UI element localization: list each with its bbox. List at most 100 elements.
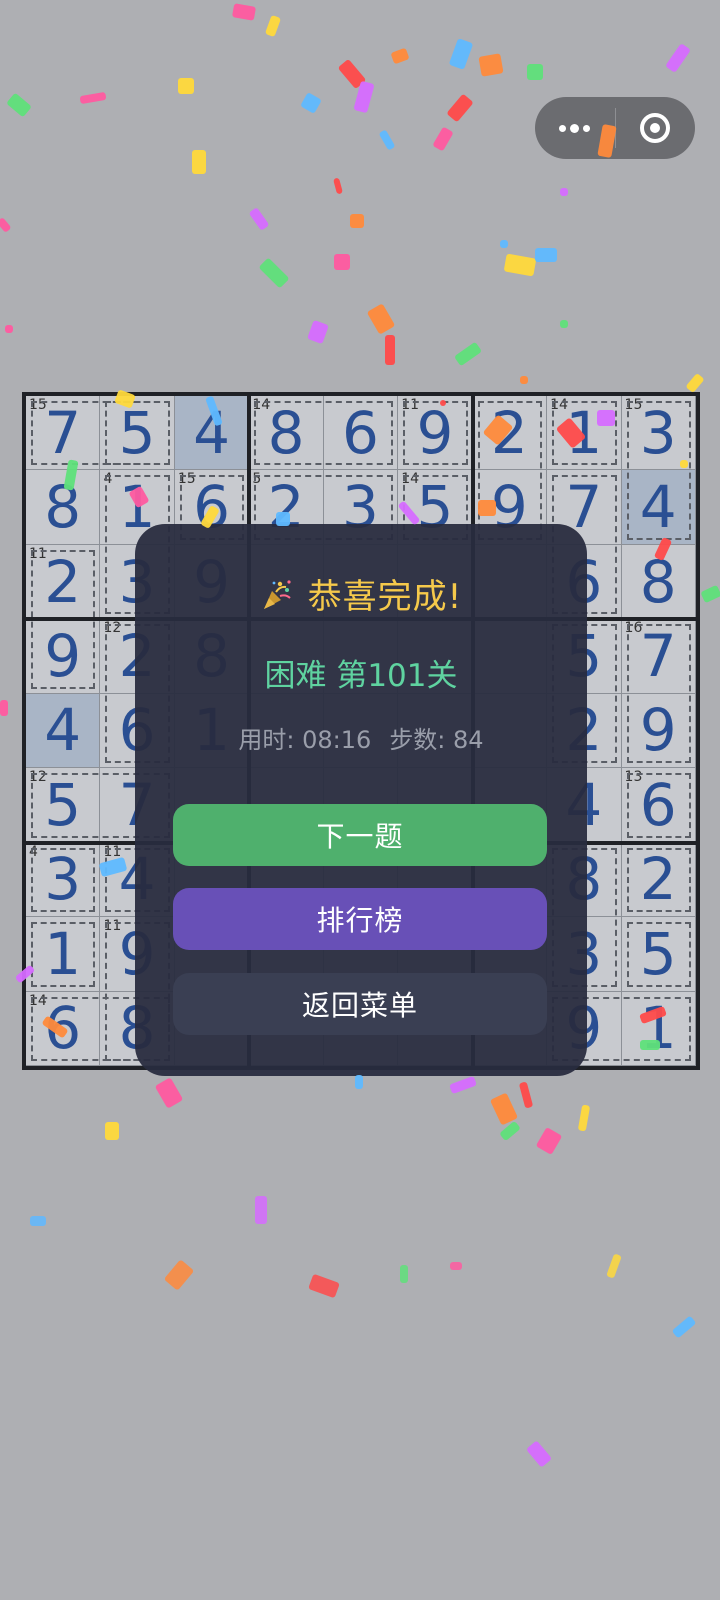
confetti-piece	[307, 319, 329, 345]
miniprogram-capsule	[535, 97, 695, 159]
completion-dialog: 恭喜完成! 困难 第101关 用时: 08:16 步数: 84 下一题 排行榜 返…	[135, 524, 587, 1076]
confetti-piece	[560, 320, 568, 328]
cage-sum: 11	[401, 397, 420, 413]
sudoku-cell[interactable]: 5 12	[26, 768, 101, 843]
cage-sum: 15	[624, 397, 643, 413]
sudoku-cell[interactable]: 9	[621, 693, 696, 769]
confetti-piece	[6, 92, 32, 118]
confetti-piece	[400, 1265, 408, 1283]
sudoku-cell[interactable]: 2	[472, 396, 548, 471]
confetti-piece	[337, 58, 367, 90]
cell-digit: 5	[639, 919, 677, 988]
confetti-piece	[489, 1092, 519, 1126]
sudoku-cell[interactable]: 1	[26, 917, 101, 992]
cell-digit: 4	[193, 398, 231, 467]
sudoku-cell[interactable]: 7 15	[26, 396, 101, 471]
dialog-title-text: 恭喜完成!	[307, 577, 463, 617]
sudoku-cell[interactable]: 2	[621, 842, 696, 918]
cell-digit: 1	[565, 398, 603, 467]
confetti-piece	[478, 53, 504, 77]
steps-stat: 步数: 84	[389, 726, 484, 754]
close-button[interactable]	[616, 97, 696, 159]
sudoku-cell[interactable]: 4	[621, 470, 696, 545]
confetti-piece	[105, 1122, 119, 1140]
sudoku-cell[interactable]: 4	[174, 396, 250, 471]
sudoku-cell[interactable]: 34	[26, 842, 101, 918]
cage-sum: 4	[29, 843, 38, 860]
cage-sum: 5	[252, 471, 262, 488]
confetti-piece	[390, 47, 410, 65]
more-button[interactable]	[535, 97, 615, 159]
confetti-piece	[385, 335, 395, 365]
cage-sum: 14	[29, 992, 47, 1009]
sudoku-cell[interactable]: 6 13	[621, 768, 696, 843]
sudoku-cell[interactable]: 9	[26, 619, 101, 694]
confetti-piece	[366, 303, 396, 335]
cell-digit: 4	[639, 473, 677, 542]
confetti-piece	[520, 376, 528, 384]
target-close-icon	[640, 113, 671, 143]
back-to-menu-button[interactable]: 返回菜单	[173, 973, 547, 1035]
cage-sum: 12	[29, 769, 47, 786]
cage-sum: 15	[177, 471, 196, 488]
cell-digit: 6	[639, 770, 677, 839]
confetti-piece	[525, 1440, 553, 1468]
confetti-piece	[154, 1077, 184, 1109]
sudoku-cell[interactable]: 1 14	[547, 396, 622, 471]
cell-digit: 1	[44, 919, 82, 988]
confetti-piece	[503, 253, 537, 277]
leaderboard-button[interactable]: 排行榜	[173, 888, 547, 950]
cell-digit: 9	[639, 696, 677, 765]
confetti-piece	[264, 14, 282, 38]
sudoku-cell[interactable]: 4	[26, 693, 101, 769]
sudoku-cell[interactable]: 3 15	[621, 396, 696, 471]
cage-sum: 4	[103, 471, 113, 488]
dialog-title: 恭喜完成!	[135, 569, 587, 618]
cage-sum: 15	[29, 397, 47, 413]
sudoku-cell[interactable]: 5	[621, 917, 696, 992]
cage-sum: 14	[401, 471, 420, 488]
cell-digit: 2	[490, 398, 528, 467]
cell-digit: 2	[44, 547, 82, 616]
confetti-piece	[248, 207, 270, 231]
confetti-piece	[30, 1216, 46, 1226]
confetti-piece	[535, 1126, 563, 1156]
party-popper-icon	[263, 580, 291, 609]
confetti-piece	[665, 43, 691, 73]
cage-sum: 14	[252, 397, 271, 413]
confetti-piece	[258, 257, 290, 289]
sudoku-cell[interactable]: 8	[621, 544, 696, 620]
cell-digit: 3	[44, 845, 82, 914]
confetti-piece	[577, 1104, 591, 1132]
cell-digit: 2	[639, 845, 677, 914]
confetti-piece	[163, 1259, 195, 1291]
cell-digit: 6	[342, 398, 379, 467]
cell-digit: 8	[44, 473, 82, 542]
cell-digit: 9	[44, 622, 82, 691]
next-puzzle-button[interactable]: 下一题	[173, 804, 547, 866]
sudoku-cell[interactable]: 8	[26, 470, 101, 545]
sudoku-cell[interactable]: 1	[621, 991, 696, 1066]
confetti-piece	[685, 372, 705, 394]
sudoku-cell[interactable]: 8 14	[249, 396, 324, 471]
confetti-piece	[300, 92, 322, 114]
confetti-piece	[446, 93, 474, 123]
sudoku-cell[interactable]: 2 11	[26, 544, 101, 620]
confetti-piece	[308, 1273, 340, 1299]
confetti-piece	[0, 217, 12, 233]
confetti-piece	[5, 325, 13, 333]
confetti-piece	[450, 1262, 462, 1270]
confetti-piece	[255, 1196, 267, 1224]
confetti-piece	[499, 1120, 521, 1142]
more-dots-icon	[559, 123, 591, 133]
sudoku-cell[interactable]: 6	[323, 396, 399, 471]
sudoku-cell[interactable]: 911	[398, 396, 473, 471]
cell-digit: 4	[44, 696, 82, 765]
sudoku-cell[interactable]: 6 14	[26, 991, 101, 1066]
confetti-piece	[453, 341, 483, 367]
cage-sum: 16	[624, 620, 643, 637]
cage-sum: 13	[624, 769, 643, 786]
sudoku-cell[interactable]: 7 16	[621, 619, 696, 694]
time-stat: 用时: 08:16	[238, 726, 372, 754]
sudoku-cell[interactable]: 5	[100, 396, 175, 471]
